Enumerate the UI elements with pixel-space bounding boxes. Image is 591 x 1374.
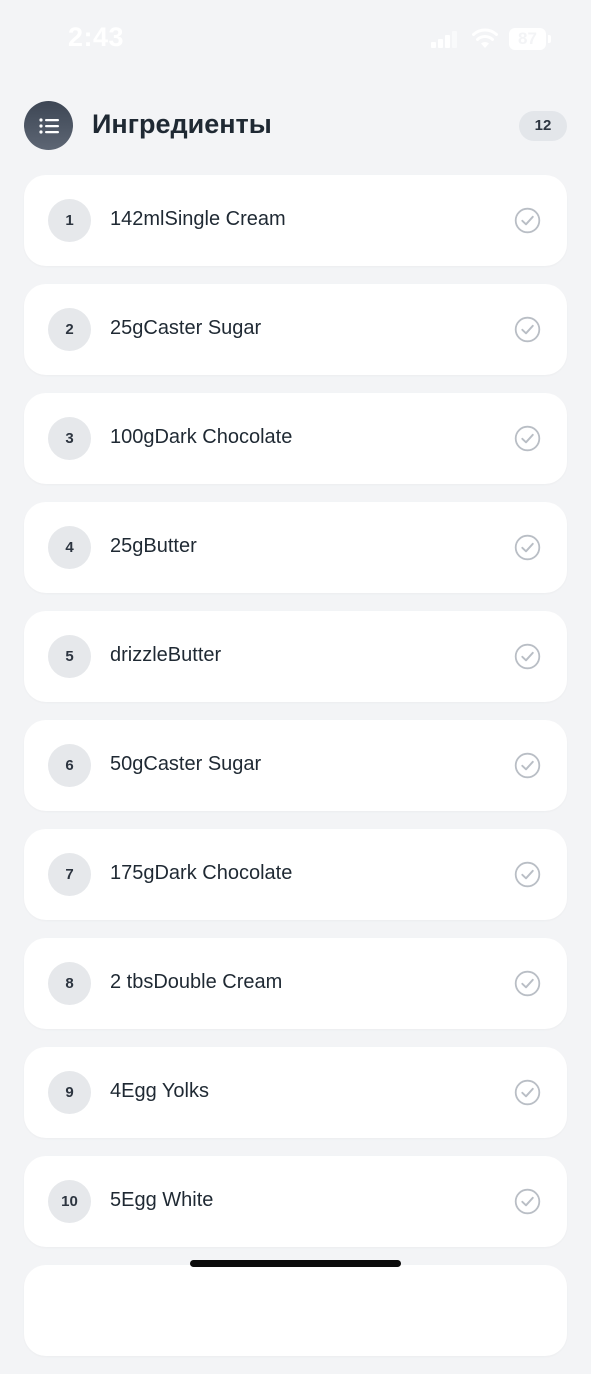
check-circle-icon[interactable] (514, 1188, 541, 1215)
ingredient-item[interactable]: 3 100gDark Chocolate (24, 393, 567, 484)
ingredient-count-badge: 12 (519, 111, 567, 141)
item-text: 25gButter (110, 535, 197, 557)
item-text: 25gCaster Sugar (110, 317, 262, 339)
item-text: 4Egg Yolks (110, 1080, 209, 1102)
item-number: 3 (48, 417, 91, 460)
item-text: 50gCaster Sugar (110, 753, 262, 775)
ingredient-item[interactable]: 8 2 tbsDouble Cream (24, 938, 567, 1029)
check-circle-icon[interactable] (514, 534, 541, 561)
ingredient-item[interactable]: 4 25gButter (24, 502, 567, 593)
item-text: 2 tbsDouble Cream (110, 971, 283, 993)
ingredient-item-partial[interactable] (24, 1265, 567, 1356)
ingredient-item[interactable]: 2 25gCaster Sugar (24, 284, 567, 375)
ingredient-item[interactable]: 9 4Egg Yolks (24, 1047, 567, 1138)
item-number: 10 (48, 1180, 91, 1223)
wifi-icon (472, 28, 498, 48)
item-number: 5 (48, 635, 91, 678)
ingredient-item[interactable]: 1 142mlSingle Cream (24, 175, 567, 266)
item-text: 175gDark Chocolate (110, 862, 293, 884)
check-circle-icon[interactable] (514, 643, 541, 670)
ingredient-list: 1 142mlSingle Cream 2 25gCaster Sugar 3 … (24, 175, 567, 1374)
status-bar: 2:43 87 (0, 0, 591, 80)
check-circle-icon[interactable] (514, 970, 541, 997)
battery-level: 87 (518, 29, 537, 48)
check-circle-icon[interactable] (514, 1079, 541, 1106)
item-number: 9 (48, 1071, 91, 1114)
page-title: Ингредиенты (92, 109, 272, 139)
item-text: 100gDark Chocolate (110, 426, 293, 448)
ingredient-item[interactable]: 6 50gCaster Sugar (24, 720, 567, 811)
check-circle-icon[interactable] (514, 207, 541, 234)
item-text: 142mlSingle Cream (110, 208, 286, 230)
check-circle-icon[interactable] (514, 425, 541, 452)
item-number: 7 (48, 853, 91, 896)
item-number: 4 (48, 526, 91, 569)
ingredient-item[interactable]: 5 drizzleButter (24, 611, 567, 702)
check-circle-icon[interactable] (514, 861, 541, 888)
item-text: 5Egg White (110, 1189, 214, 1211)
ingredients-header: Ингредиенты 12 (0, 100, 591, 152)
item-number: 1 (48, 199, 91, 242)
item-number: 6 (48, 744, 91, 787)
home-indicator[interactable] (190, 1260, 401, 1267)
check-circle-icon[interactable] (514, 316, 541, 343)
battery-icon: 87 (509, 28, 551, 50)
item-text: drizzleButter (110, 644, 222, 666)
list-icon[interactable] (24, 101, 73, 150)
signal-icon (431, 31, 457, 48)
ingredient-item[interactable]: 10 5Egg White (24, 1156, 567, 1247)
ingredient-item[interactable]: 7 175gDark Chocolate (24, 829, 567, 920)
item-number: 8 (48, 962, 91, 1005)
status-time: 2:43 (68, 22, 125, 52)
check-circle-icon[interactable] (514, 752, 541, 779)
item-number: 2 (48, 308, 91, 351)
